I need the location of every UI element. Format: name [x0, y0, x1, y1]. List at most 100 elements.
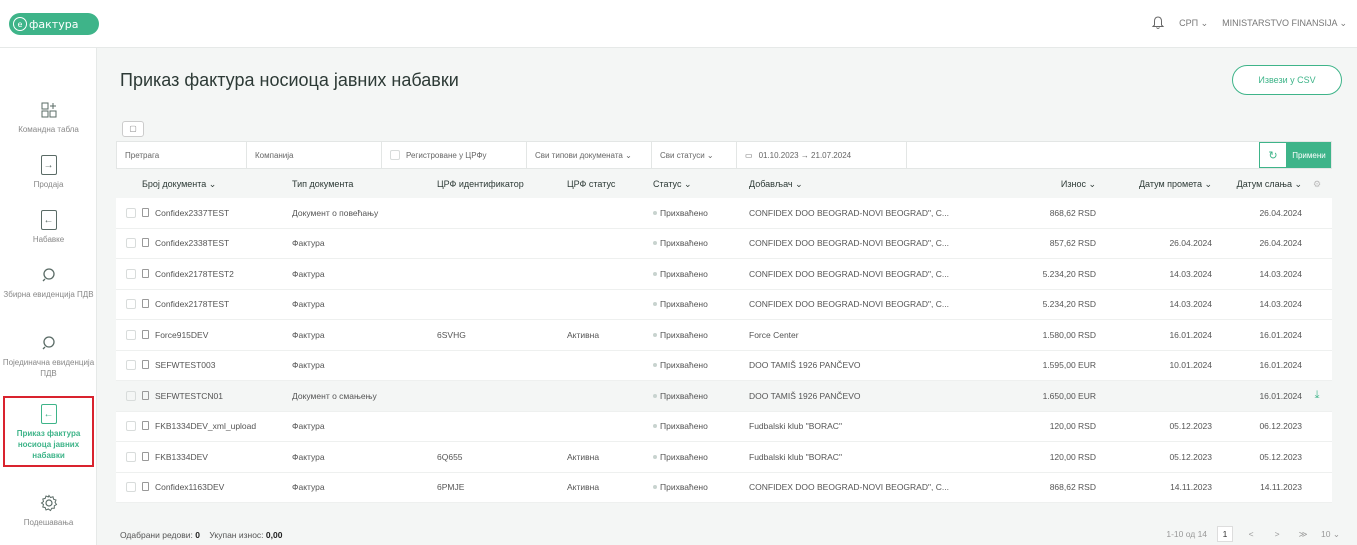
row-checkbox[interactable] [126, 451, 136, 462]
turnover-date: 14.03.2024 [1169, 268, 1212, 279]
row-checkbox[interactable] [126, 360, 136, 371]
export-csv-button[interactable]: Извези у CSV [1232, 65, 1342, 95]
row-checkbox[interactable] [126, 299, 136, 310]
turnover-date: 26.04.2024 [1169, 238, 1212, 249]
sidebar-item-purchases[interactable]: ← Набавке [0, 208, 97, 245]
row-checkbox[interactable] [126, 390, 136, 401]
table-row[interactable]: Force915DEV Фактура 6SVHG Активна Прихваћено… [116, 320, 1332, 351]
next-page-button[interactable]: > [1269, 526, 1285, 542]
status: Прихваћено [660, 207, 708, 218]
sidebar-item-label: Збирна евиденција ПДВ [3, 290, 94, 299]
last-page-button[interactable]: ≫ [1295, 526, 1311, 542]
row-checkbox[interactable] [126, 268, 136, 279]
amount: 1.650,00 EUR [1042, 390, 1096, 401]
sent-date: 14.11.2023 [1260, 482, 1302, 493]
amount: 5.234,20 RSD [1042, 299, 1096, 310]
current-page[interactable]: 1 [1217, 526, 1234, 542]
efaktura-logo[interactable]: е фактура [9, 13, 99, 35]
document-type: Фактура [292, 421, 325, 432]
table-row[interactable]: Confidex2337TEST Документ о повећању Прихв… [116, 198, 1332, 229]
document-type-select[interactable]: Сви типови докумената ⌄ [527, 142, 652, 168]
file-icon [142, 360, 149, 370]
col-header-turnover-date[interactable]: Датум промета ⌄ [1096, 179, 1212, 190]
document-number[interactable]: Confidex2337TEST [155, 208, 229, 218]
download-icon[interactable]: ⤓ [1315, 389, 1320, 401]
row-checkbox[interactable] [126, 421, 136, 432]
sent-date: 06.12.2023 [1259, 421, 1302, 432]
crf-identifier: 6PMJE [437, 482, 465, 493]
document-number[interactable]: Confidex2338TEST [155, 238, 229, 248]
supplier: CONFIDEX DOO BEOGRAD-NOVI BEOGRAD", C... [749, 482, 949, 493]
apply-filters-button[interactable]: Примени [1287, 142, 1331, 168]
status: Прихваћено [660, 329, 708, 340]
table-row[interactable]: SEFWTEST003 Фактура Прихваћено DOO TAMIŠ 19… [116, 350, 1332, 381]
document-type: Фактура [292, 360, 325, 371]
table-row[interactable]: SEFWTESTCN01 Документ о смањењу Прихваћено… [116, 381, 1332, 412]
document-number[interactable]: FKB1334DEV_xml_upload [155, 421, 256, 431]
prev-page-button[interactable]: < [1243, 526, 1259, 542]
company-input[interactable]: Компанија [247, 142, 382, 168]
row-checkbox[interactable] [126, 207, 136, 218]
notification-bell-icon[interactable] [1151, 16, 1165, 30]
document-number[interactable]: SEFWTESTCN01 [155, 391, 223, 401]
document-number[interactable]: Force915DEV [155, 330, 208, 340]
filter-bar: Претрага Компанија Регистроване у ЦРФу С… [116, 141, 1332, 169]
document-number[interactable]: Confidex2178TEST [155, 299, 229, 309]
document-type: Документ о повећању [292, 207, 379, 218]
document-number[interactable]: SEFWTEST003 [155, 360, 215, 370]
col-header-crf-status: ЦРФ статус [567, 179, 616, 189]
col-header-amount[interactable]: Износ ⌄ [1011, 179, 1096, 190]
status-dot-icon [653, 241, 657, 246]
table-row[interactable]: Confidex2178TEST Фактура Прихваћено CONFIDE… [116, 289, 1332, 320]
sidebar-item-public-procurement[interactable]: ← Приказ фактура носиоца јавних набавки [3, 396, 94, 467]
col-header-supplier[interactable]: Добављач ⌄ [749, 179, 1011, 190]
top-bar: е фактура СРП ⌄ MINISTARSTVO FINANSIJA ⌄ [0, 0, 1357, 48]
sidebar-item-vat-summary[interactable]: Збирна евиденција ПДВ [0, 263, 97, 300]
supplier: DOO TAMIŠ 1926 PANČEVO [749, 390, 861, 401]
status-select[interactable]: Сви статуси ⌄ [652, 142, 737, 168]
settings-icon[interactable]: ⚙ [1302, 179, 1332, 190]
col-header-status[interactable]: Статус ⌄ [653, 179, 749, 190]
registered-crf-checkbox[interactable]: Регистроване у ЦРФу [382, 142, 527, 168]
file-icon [142, 329, 149, 339]
sidebar-item-label: Приказ фактура носиоца јавних набавки [16, 429, 81, 460]
column-settings-button[interactable]: ▢ [122, 121, 144, 137]
document-type: Документ о смањењу [292, 390, 377, 401]
document-number[interactable]: Confidex2178TEST2 [155, 269, 234, 279]
document-arrow-left-icon: ← [38, 402, 60, 426]
table-row[interactable]: Confidex2178TEST2 Фактура Прихваћено CONFID… [116, 259, 1332, 290]
date-range-picker[interactable]: ▭ 01.10.2023 → 21.07.2024 [737, 142, 907, 168]
page-size-select[interactable]: 10 ⌄ [1321, 526, 1340, 542]
table-row[interactable]: Confidex1163DEV Фактура 6PMJE Активна Прихва… [116, 472, 1332, 503]
sent-date: 16.01.2024 [1259, 390, 1302, 401]
organization-select[interactable]: MINISTARSTVO FINANSIJA ⌄ [1222, 18, 1347, 29]
table-row[interactable]: FKB1334DEV Фактура 6Q655 Активна Прихваћено F… [116, 442, 1332, 473]
sidebar-item-label: Набавке [32, 235, 65, 244]
language-select[interactable]: СРП ⌄ [1179, 18, 1208, 29]
table-row[interactable]: Confidex2338TEST Фактура Прихваћено CONFIDE… [116, 228, 1332, 259]
sent-date: 05.12.2023 [1259, 451, 1302, 462]
amount: 868,62 RSD [1049, 207, 1096, 218]
row-checkbox[interactable] [126, 329, 136, 340]
status-dot-icon [653, 485, 657, 490]
document-type: Фактура [292, 238, 325, 249]
sidebar-item-dashboard[interactable]: Командна табла [0, 98, 97, 135]
file-icon [142, 238, 149, 248]
status: Прихваћено [660, 268, 708, 279]
sidebar-item-vat-individual[interactable]: Појединачна евиденција ПДВ [0, 331, 97, 379]
table-row[interactable]: FKB1334DEV_xml_upload Фактура Прихваћено Fu… [116, 411, 1332, 442]
row-checkbox[interactable] [126, 482, 136, 493]
document-number[interactable]: Confidex1163DEV [155, 482, 224, 492]
sidebar-item-settings[interactable]: Подешавања [0, 491, 97, 528]
crf-status: Активна [567, 482, 600, 493]
refresh-icon[interactable]: ↻ [1259, 142, 1287, 168]
search-input[interactable]: Претрага [117, 142, 247, 168]
col-header-sent-date[interactable]: Датум слања ⌄ [1212, 179, 1302, 190]
col-header-number[interactable]: Број документа ⌄ [142, 179, 292, 190]
supplier: CONFIDEX DOO BEOGRAD-NOVI BEOGRAD", C... [749, 207, 949, 218]
status: Прихваћено [660, 482, 708, 493]
sidebar: Командна табла → Продаја ← Набавке Збирн… [0, 48, 97, 545]
document-number[interactable]: FKB1334DEV [155, 452, 208, 462]
sidebar-item-sales[interactable]: → Продаја [0, 153, 97, 190]
row-checkbox[interactable] [126, 238, 136, 249]
